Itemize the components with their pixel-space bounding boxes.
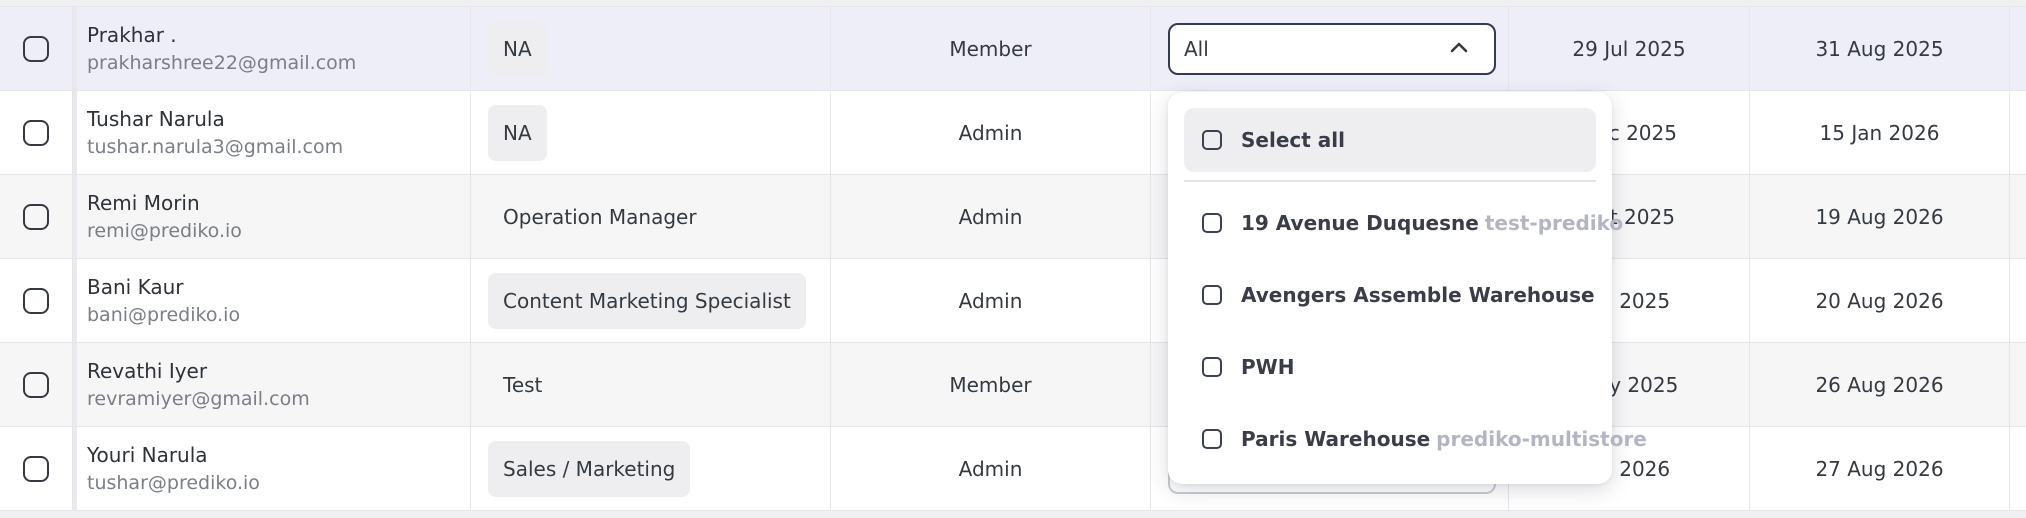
user-email: revramiyer@gmail.com (87, 387, 310, 410)
job-title-cell: Operation Manager (471, 175, 831, 258)
date-cell: 20 Aug 2026 (1750, 259, 2010, 342)
job-title-cell: Test (471, 343, 831, 426)
role-cell: Member (831, 343, 1151, 426)
row-checkbox[interactable] (23, 119, 49, 146)
date-cell: 15 Jan 2026 (1750, 91, 2010, 174)
job-title: Operation Manager (503, 204, 697, 229)
chevron-up-icon (1450, 42, 1468, 53)
select-all-option[interactable]: Select all (1184, 108, 1596, 172)
warehouse-option-label: 19 Avenue Duquesne (1241, 211, 1479, 235)
warehouse-option-label: PWH (1241, 355, 1295, 379)
table-top-divider (0, 0, 2026, 7)
role-cell: Member (831, 7, 1151, 90)
table-bottom-divider (0, 511, 2026, 518)
warehouse-option[interactable]: Paris Warehouse prediko-multistore (1184, 409, 1647, 469)
row-checkbox[interactable] (23, 35, 49, 62)
user-cell: Youri Narula tushar@prediko.io (73, 427, 471, 510)
role-cell: Admin (831, 91, 1151, 174)
user-name: Prakhar . (87, 22, 177, 47)
user-name: Bani Kaur (87, 274, 184, 299)
warehouse-dropdown: Select all 19 Avenue Duquesne test-predi… (1168, 92, 1647, 484)
row-select-cell (0, 427, 77, 510)
role-cell: Admin (831, 175, 1151, 258)
user-email: prakharshree22@gmail.com (87, 51, 357, 74)
job-title: Content Marketing Specialist (488, 272, 806, 329)
user-email: bani@prediko.io (87, 303, 241, 326)
warehouse-option[interactable]: PWH (1184, 337, 1596, 397)
job-title: NA (488, 104, 547, 161)
job-title-cell: NA (471, 91, 831, 174)
warehouse-option-checkbox[interactable] (1202, 357, 1222, 377)
role-cell: Admin (831, 427, 1151, 510)
select-all-checkbox[interactable] (1202, 130, 1222, 150)
row-select-cell (0, 343, 77, 426)
table-row[interactable]: Tushar Narula tushar.narula3@gmail.com N… (0, 91, 2026, 175)
warehouse-option-label: Paris Warehouse (1241, 427, 1431, 451)
dropdown-divider (1184, 180, 1596, 182)
warehouse-option-label: Avengers Assemble Warehouse (1241, 283, 1595, 307)
job-title: NA (488, 20, 547, 77)
user-email: remi@prediko.io (87, 219, 242, 242)
date-cell: 29 Jul 2025 (1509, 7, 1750, 90)
row-trailing (2010, 175, 2026, 258)
row-select-cell (0, 7, 77, 90)
row-select-cell (0, 259, 77, 342)
warehouse-option-checkbox[interactable] (1202, 213, 1222, 233)
select-all-label: Select all (1241, 128, 1345, 152)
warehouse-option-store: prediko-multistore (1436, 427, 1647, 451)
user-email: tushar.narula3@gmail.com (87, 135, 344, 158)
user-name: Tushar Narula (87, 106, 225, 131)
job-title-cell: NA (471, 7, 831, 90)
warehouse-option-checkbox[interactable] (1202, 429, 1222, 449)
user-email: tushar@prediko.io (87, 471, 260, 494)
user-cell: Bani Kaur bani@prediko.io (73, 259, 471, 342)
date-cell: 19 Aug 2026 (1750, 175, 2010, 258)
row-checkbox[interactable] (23, 371, 49, 398)
user-cell: Tushar Narula tushar.narula3@gmail.com (73, 91, 471, 174)
date-cell: 27 Aug 2026 (1750, 427, 2010, 510)
user-name: Remi Morin (87, 190, 200, 215)
user-cell: Remi Morin remi@prediko.io (73, 175, 471, 258)
warehouse-option[interactable]: 19 Avenue Duquesne test-prediko (1184, 193, 1623, 253)
warehouse-option-checkbox[interactable] (1202, 285, 1222, 305)
row-trailing (2010, 343, 2026, 426)
row-select-cell (0, 91, 77, 174)
table-row[interactable]: Bani Kaur bani@prediko.io Content Market… (0, 259, 2026, 343)
user-name: Revathi Iyer (87, 358, 208, 383)
warehouse-option-store: test-prediko (1484, 211, 1624, 235)
table-row[interactable]: Remi Morin remi@prediko.io Operation Man… (0, 175, 2026, 259)
row-checkbox[interactable] (23, 287, 49, 314)
warehouse-option[interactable]: Avengers Assemble Warehouse (1184, 265, 1596, 325)
members-table: Prakhar . prakharshree22@gmail.com NA Me… (0, 0, 2026, 518)
date-cell: 31 Aug 2025 (1750, 7, 2010, 90)
row-trailing (2010, 259, 2026, 342)
table-row[interactable]: Youri Narula tushar@prediko.io Sales / M… (0, 427, 2026, 511)
user-cell: Prakhar . prakharshree22@gmail.com (73, 7, 471, 90)
row-trailing (2010, 427, 2026, 510)
job-title-cell: Content Marketing Specialist (471, 259, 831, 342)
table-row[interactable]: Prakhar . prakharshree22@gmail.com NA Me… (0, 7, 2026, 91)
job-title-cell: Sales / Marketing (471, 427, 831, 510)
row-select-cell (0, 175, 77, 258)
user-name: Youri Narula (87, 442, 208, 467)
row-trailing (2010, 91, 2026, 174)
warehouse-select-value: All (1184, 37, 1209, 61)
job-title: Sales / Marketing (488, 440, 691, 497)
table-row[interactable]: Revathi Iyer revramiyer@gmail.com Test M… (0, 343, 2026, 427)
row-checkbox[interactable] (23, 203, 49, 230)
row-checkbox[interactable] (23, 455, 49, 482)
job-title: Test (503, 372, 543, 397)
date-cell: 26 Aug 2026 (1750, 343, 2010, 426)
role-cell: Admin (831, 259, 1151, 342)
row-trailing (2010, 7, 2026, 90)
user-cell: Revathi Iyer revramiyer@gmail.com (73, 343, 471, 426)
warehouse-select[interactable]: All (1168, 23, 1496, 75)
